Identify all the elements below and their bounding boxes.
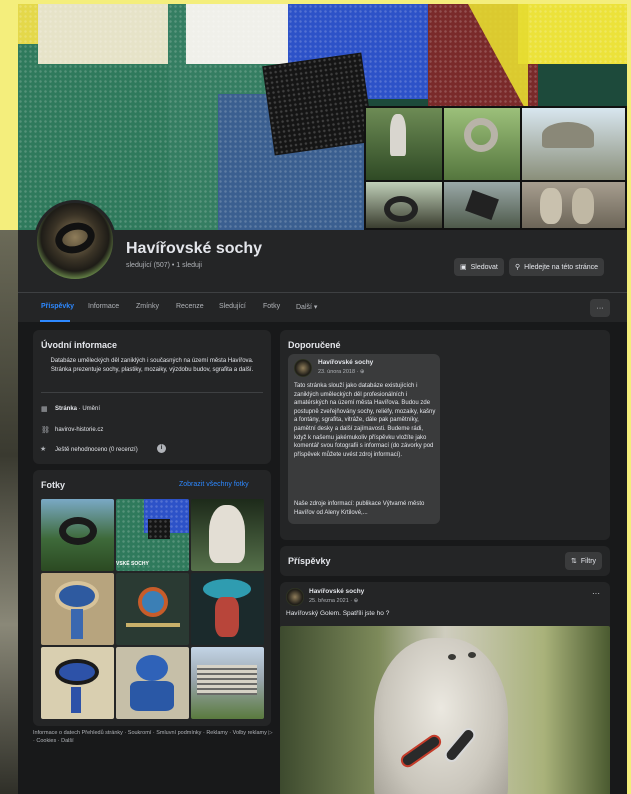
featured-post[interactable]: Havířovské sochy 23. února 2018 · ⊕ Tato… (288, 354, 440, 524)
follow-button[interactable]: ▣ Sledovat (454, 258, 504, 276)
photo-thumbnail[interactable] (116, 573, 189, 645)
photos-card: Fotky Zobrazit všechny fotky VSKÉ SOCHY (33, 470, 271, 726)
tab-reviews[interactable]: Recenze (176, 303, 204, 310)
filters-button[interactable]: ⇅ Filtry (565, 552, 603, 570)
see-all-photos-link[interactable]: Zobrazit všechny fotky (179, 481, 249, 490)
posts-title: Příspěvky (288, 556, 331, 566)
facebook-page: Havířovské sochy sledující (507) • 1 sle… (18, 4, 627, 794)
photo-thumbnail[interactable]: VSKÉ SOCHY (116, 499, 189, 571)
featured-date[interactable]: 23. února 2018 · ⊕ (318, 368, 365, 377)
tab-mentions[interactable]: Zmínky (136, 303, 159, 310)
follow-icon: ▣ (460, 264, 467, 271)
link-icon: ⛓ (41, 427, 50, 434)
photo-thumbnail[interactable] (41, 573, 114, 645)
tab-photos[interactable]: Fotky (263, 303, 280, 310)
post-text: Havířovský Golem. Spatříli jste ho ? (286, 610, 390, 617)
photo-thumbnail[interactable] (191, 647, 264, 719)
page-avatar[interactable] (34, 200, 116, 282)
author-avatar[interactable] (294, 359, 312, 377)
featured-card: Doporučené Havířovské sochy 23. února 20… (280, 330, 610, 540)
photo-thumbnail[interactable] (41, 647, 114, 719)
post-author[interactable]: Havířovské sochy (309, 588, 364, 597)
post-author-avatar[interactable] (286, 588, 304, 606)
cover-thumbnails (364, 106, 627, 230)
tab-posts[interactable]: Příspěvky (41, 303, 74, 310)
post-menu-button[interactable]: ··· (592, 589, 600, 599)
intro-card: Úvodní informace Databáze uměleckých děl… (33, 330, 271, 464)
photo-thumbnail[interactable] (116, 647, 189, 719)
featured-text: Tato stránka slouží jako databáze existu… (294, 383, 436, 458)
featured-author[interactable]: Havířovské sochy (318, 359, 373, 368)
featured-title: Doporučené (288, 340, 341, 350)
info-icon[interactable]: i (157, 444, 166, 453)
cover-photo[interactable] (18, 4, 627, 230)
posts-header: Příspěvky ⇅ Filtry (280, 546, 610, 576)
post-date[interactable]: 25. března 2021 · ⊕ (309, 597, 358, 606)
tab-about[interactable]: Informace (88, 303, 119, 310)
filter-icon: ⇅ (571, 558, 577, 565)
featured-text-more: Naše zdroje informací: publikace Výtvarn… (294, 501, 425, 516)
active-tab-indicator (40, 320, 70, 322)
more-options-button[interactable]: ··· (590, 299, 610, 317)
page-title: Havířovské sochy (126, 240, 263, 257)
search-page-button[interactable]: ⚲ Hledejte na této stránce (509, 258, 605, 276)
photos-title: Fotky (41, 480, 66, 490)
followers-count[interactable]: sledující (507) • 1 sleduji (126, 262, 202, 269)
post-photo[interactable] (280, 626, 610, 794)
page-category: Stránka · Umění (55, 406, 101, 412)
category-icon: ▦ (41, 406, 48, 413)
photo-thumbnail[interactable] (41, 499, 114, 571)
footer-links[interactable]: Informace o datech Přehledů stránky · So… (33, 730, 273, 745)
website-link[interactable]: havirov-historie.cz (55, 426, 103, 435)
tab-followers[interactable]: Sledující (219, 303, 246, 310)
photo-thumbnail[interactable] (191, 573, 264, 645)
intro-description: Databáze uměleckých děl zaniklých i souč… (50, 358, 254, 373)
rating-text: Ještě nehodnoceno (0 recenzí) (55, 447, 138, 453)
tab-more[interactable]: Další ▾ (296, 303, 317, 311)
post-card: Havířovské sochy 25. března 2021 · ⊕ ···… (280, 582, 610, 794)
star-icon: ★ (40, 446, 47, 453)
page-tabs: Příspěvky Informace Zmínky Recenze Sledu… (18, 292, 627, 322)
intro-title: Úvodní informace (41, 340, 118, 350)
photo-thumbnail[interactable] (191, 499, 264, 571)
background-photo-strip (0, 230, 18, 794)
search-icon: ⚲ (515, 264, 521, 271)
